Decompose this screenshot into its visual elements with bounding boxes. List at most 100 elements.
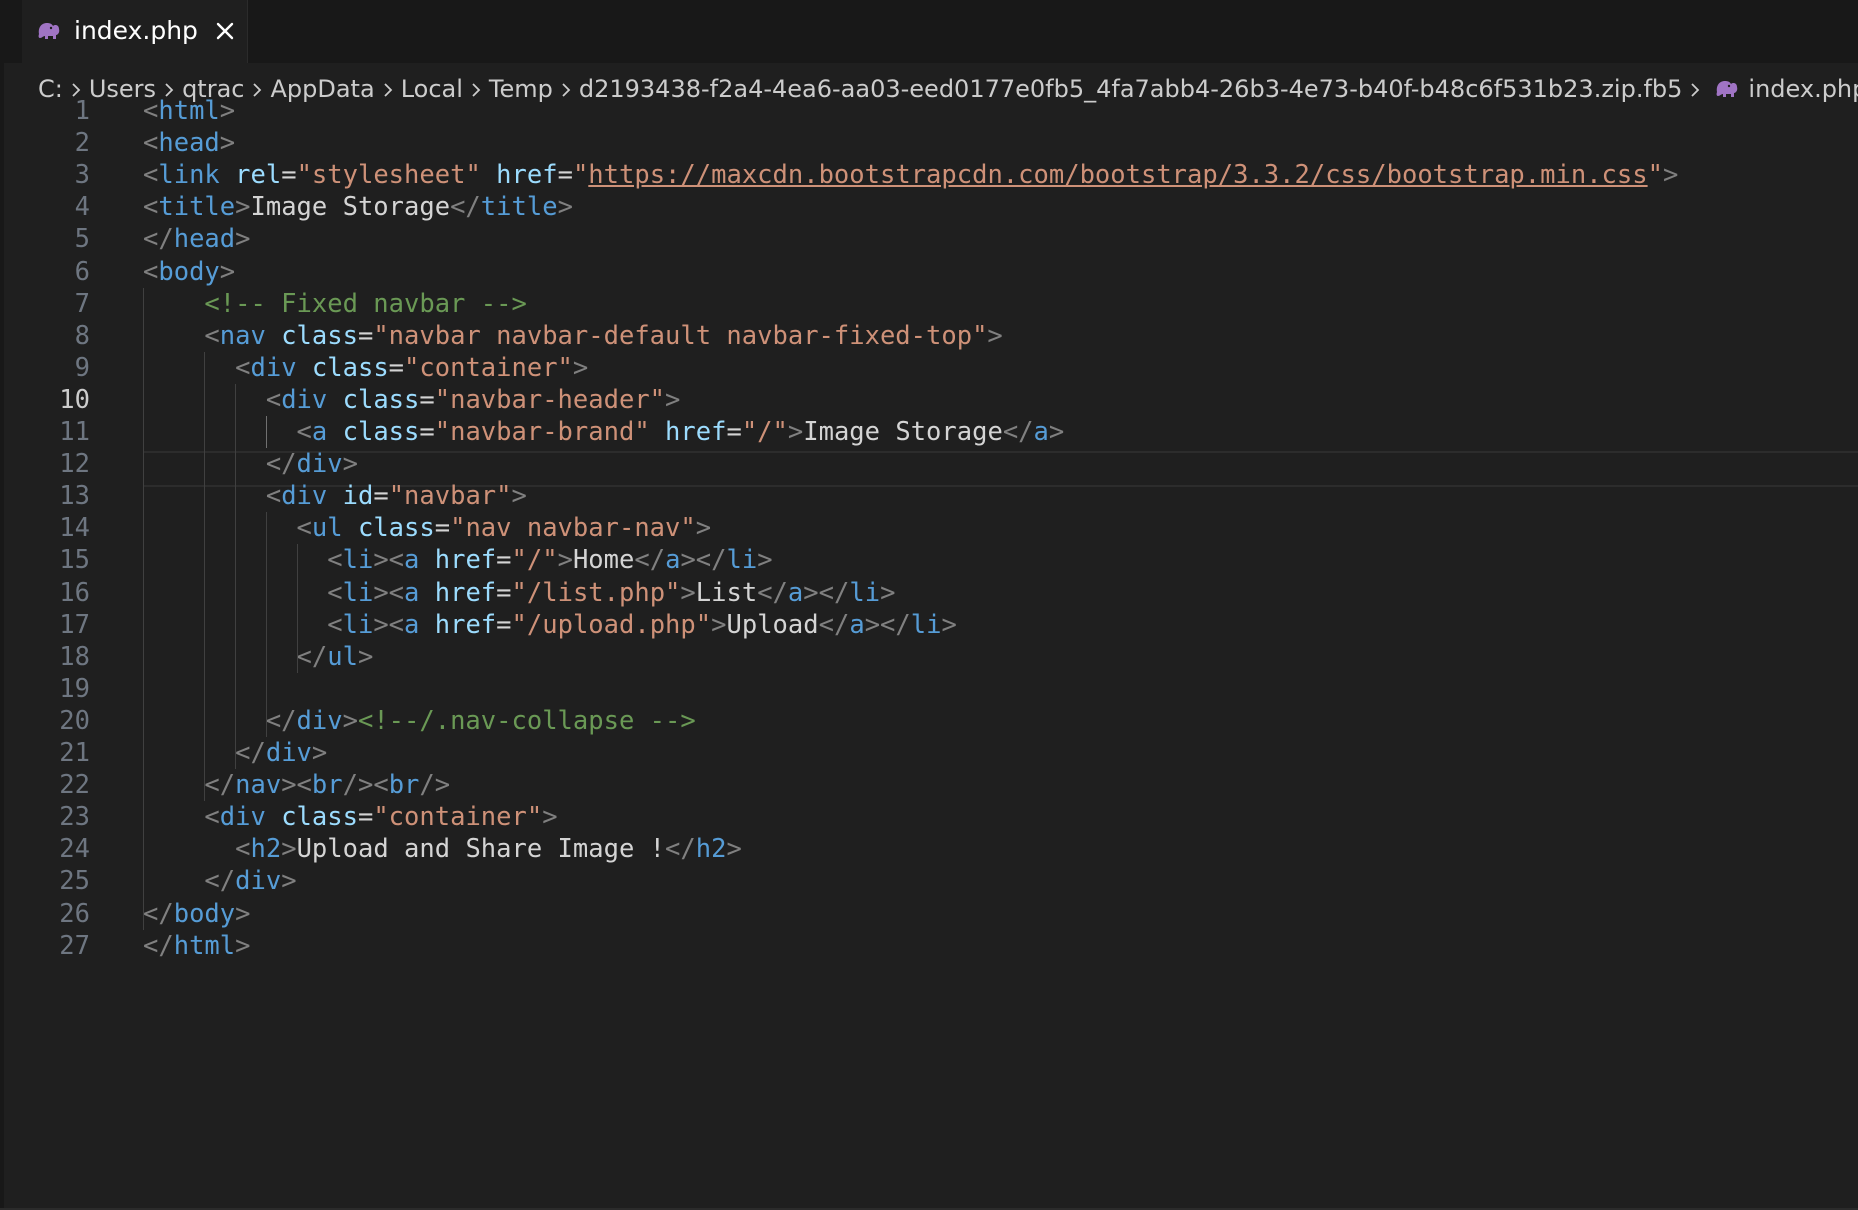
indent-guide	[235, 383, 237, 770]
code-token: head	[173, 224, 236, 255]
code-token: title	[480, 192, 558, 223]
code-token: li	[342, 577, 374, 608]
code-token: class	[281, 802, 358, 833]
tab-index-php[interactable]: index.php	[22, 0, 248, 63]
code-token: br	[388, 770, 420, 801]
code-token: div	[250, 352, 297, 383]
code-token: "nav navbar-nav"	[450, 513, 696, 544]
code-token: =	[373, 481, 389, 512]
code-token: >	[235, 192, 251, 223]
code-token: h2	[695, 834, 727, 865]
code-token: class	[357, 513, 435, 544]
code-token: href	[665, 417, 727, 447]
code-token: ></	[803, 577, 850, 608]
code-token: >	[987, 320, 1003, 351]
indent-guide	[143, 287, 144, 930]
code-token: "stylesheet"	[296, 160, 481, 191]
indent-guide	[265, 416, 267, 449]
code-token: =	[557, 160, 573, 191]
code-token: List	[695, 577, 758, 608]
code-token: "container"	[373, 802, 543, 833]
code-token: >	[880, 577, 896, 608]
close-icon[interactable]	[210, 16, 240, 46]
code-token: >	[757, 545, 773, 576]
code-token: nav	[219, 320, 266, 351]
code-token: =	[496, 609, 512, 640]
code-token: <	[327, 577, 343, 608]
code-token: class	[311, 352, 389, 383]
code-token: </	[450, 192, 481, 223]
code-token: "	[572, 160, 589, 191]
code-token: <	[204, 320, 220, 351]
line-number: 27	[59, 930, 90, 961]
code-token: ><	[373, 577, 405, 608]
code-token: a	[311, 417, 328, 447]
indent-guide	[204, 351, 206, 802]
code-token: ><	[373, 609, 405, 640]
code-token: a	[665, 545, 681, 576]
code-token: =	[281, 160, 297, 191]
code-token: <!--/.nav-collapse -->	[357, 705, 696, 736]
code-token: =	[434, 513, 451, 544]
code-token: html	[158, 96, 220, 126]
editor-window: index.php C: Users qtrac AppData Local Temp d2…	[0, 0, 1858, 1210]
code-token: a	[1033, 417, 1049, 447]
code-token: >	[311, 738, 328, 768]
code-token: "navbar navbar-default navbar-fixed-top"	[373, 320, 988, 351]
code-token: a	[849, 609, 865, 640]
code-token: >	[342, 705, 358, 736]
code-token: </	[204, 770, 236, 801]
code-token: >	[680, 577, 696, 608]
code-token: Image Storage	[803, 417, 1003, 447]
code-line[interactable]: 27 </html>	[0, 927, 1858, 965]
code-token: >	[787, 417, 804, 447]
code-token: br	[311, 770, 343, 801]
code-token: >	[219, 128, 236, 159]
code-token: class	[281, 320, 358, 351]
code-token: >	[941, 609, 957, 640]
code-token: <	[296, 417, 312, 447]
code-token: =	[388, 352, 405, 383]
code-token: >	[235, 898, 251, 929]
code-token: >	[665, 384, 681, 415]
code-token: =	[357, 802, 374, 833]
code-token: >	[695, 513, 712, 544]
code-token: >	[357, 641, 374, 672]
code-token: head	[158, 128, 220, 159]
code-token: href	[434, 577, 497, 608]
code-token: </	[665, 834, 696, 865]
code-token: <	[327, 545, 343, 576]
code-token: >	[557, 192, 573, 223]
code-token: </	[265, 705, 297, 736]
code-token: </	[235, 738, 266, 768]
code-token: div	[296, 449, 343, 480]
code-token: li	[910, 609, 942, 640]
indent-guide	[296, 544, 298, 673]
code-token: </	[634, 545, 666, 576]
code-token: <	[265, 481, 282, 512]
code-token: ul	[311, 513, 343, 544]
code-token: "navbar-header"	[434, 384, 666, 415]
code-token: Home	[572, 545, 635, 576]
code-token: ><	[281, 770, 312, 801]
code-token: div	[281, 384, 328, 415]
code-editor[interactable]: 1 <html> 2 <head> 3 <link rel="stylesheet" hr…	[0, 96, 1858, 1209]
code-token: li	[342, 545, 374, 576]
code-token: </	[204, 866, 236, 897]
code-token: a	[787, 577, 804, 608]
code-token: <!-- Fixed navbar -->	[204, 288, 527, 319]
code-token: >	[572, 352, 589, 383]
code-link[interactable]: https://maxcdn.bootstrapcdn.com/bootstra…	[588, 160, 1647, 190]
indent-guide	[265, 512, 267, 737]
code-token: </	[143, 898, 174, 929]
